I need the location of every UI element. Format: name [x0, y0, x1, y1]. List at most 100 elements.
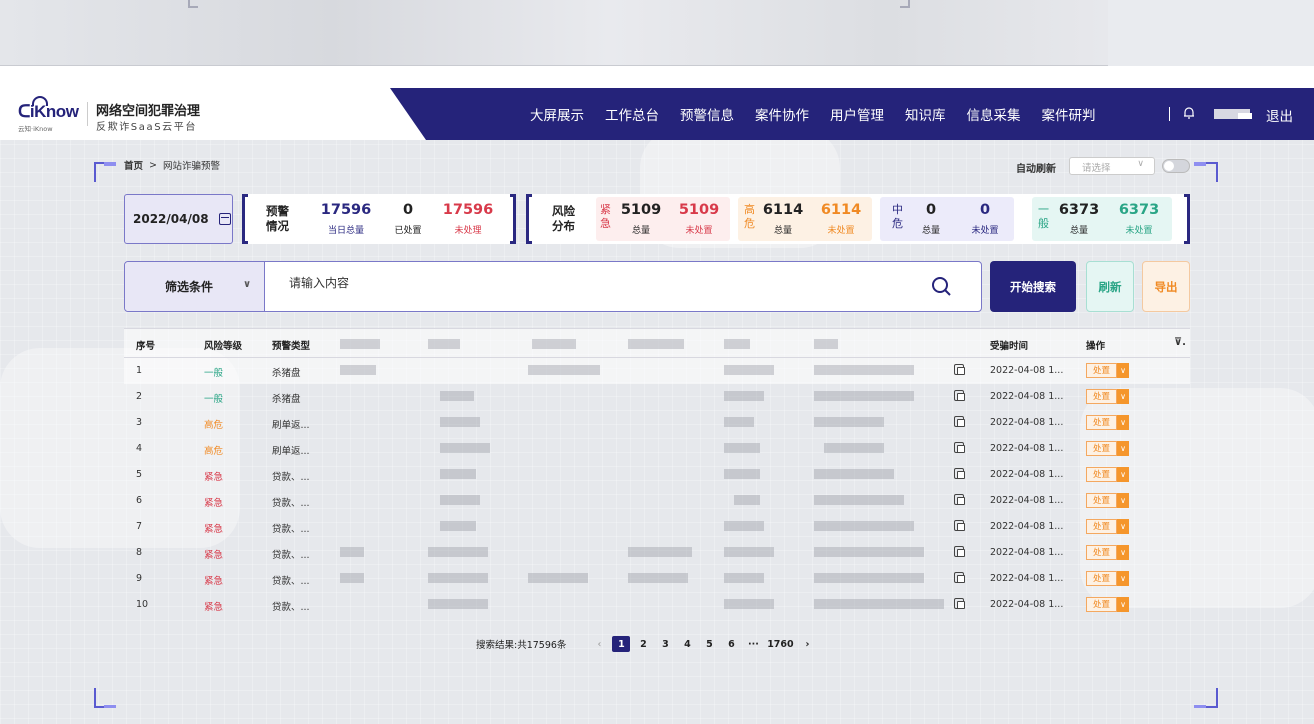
handle-button[interactable]: 处置 ∨ — [1086, 545, 1130, 560]
table-row[interactable]: 9 紧急 贷款、... 2022-04-08 1... 处置 ∨ — [124, 566, 1190, 592]
page-button[interactable]: 2 — [634, 636, 652, 652]
filter-dropdown[interactable]: 筛选条件 ∨ — [125, 262, 265, 311]
blurred-cell — [814, 547, 924, 557]
refresh-button[interactable]: 刷新 — [1086, 261, 1134, 312]
cell-time: 2022-04-08 1... — [990, 391, 1064, 402]
blurred-cell — [628, 547, 692, 557]
handle-button[interactable]: 处置 ∨ — [1086, 441, 1130, 456]
page-button[interactable]: 4 — [678, 636, 696, 652]
previous-view-strip — [0, 0, 1108, 66]
table-row[interactable]: 3 高危 刷单返... 2022-04-08 1... 处置 ∨ — [124, 410, 1190, 436]
blurred-cell — [724, 521, 764, 531]
copy-icon[interactable] — [954, 598, 965, 609]
risk-high-total-label: 总量 — [773, 226, 792, 236]
risk-medium-pending: 0 — [979, 202, 991, 218]
prev-page-button[interactable]: ‹ — [590, 636, 608, 652]
copy-icon[interactable] — [954, 494, 965, 505]
page-button[interactable]: 1760 — [766, 636, 794, 652]
top-header: ᑕiKnow 云知·iKnow 网络空间犯罪治理 反欺诈SaaS云平台 大屏展示… — [0, 88, 1314, 140]
copy-icon[interactable] — [954, 390, 965, 401]
search-icon[interactable] — [931, 276, 951, 296]
page-button[interactable]: 3 — [656, 636, 674, 652]
bracket-decoration — [242, 194, 248, 244]
copy-icon[interactable] — [954, 572, 965, 583]
copy-icon[interactable] — [954, 416, 965, 427]
handle-button[interactable]: 处置 ∨ — [1086, 467, 1130, 482]
date-picker[interactable]: 2022/04/08 — [124, 194, 233, 244]
table-row[interactable]: 2 一般 杀猪盘 2022-04-08 1... 处置 ∨ — [124, 384, 1190, 410]
copy-icon[interactable] — [954, 520, 965, 531]
logout-button[interactable]: 退出 — [1266, 105, 1293, 125]
chevron-down-icon: ∨ — [1117, 571, 1130, 586]
export-button[interactable]: 导出 — [1142, 261, 1190, 312]
blurred-cell — [814, 573, 924, 583]
page-button[interactable]: 6 — [722, 636, 740, 652]
risk-medium-pending-label: 未处置 — [971, 226, 999, 236]
cell-risk: 紧急 — [204, 524, 224, 535]
select-placeholder: 请选择 — [1082, 163, 1111, 174]
copy-icon[interactable] — [954, 546, 965, 557]
page-button[interactable]: 5 — [700, 636, 718, 652]
table-row[interactable]: 10 紧急 贷款、... 2022-04-08 1... 处置 ∨ — [124, 592, 1190, 618]
start-search-button[interactable]: 开始搜索 — [990, 261, 1076, 312]
handle-label: 处置 — [1086, 493, 1118, 508]
nav-item-workbench[interactable]: 工作总台 — [605, 104, 659, 124]
cell-index: 2 — [136, 391, 143, 402]
nav-item-warnings[interactable]: 预警信息 — [680, 104, 734, 124]
nav-item-dashboard[interactable]: 大屏展示 — [530, 104, 584, 124]
handle-button[interactable]: 处置 ∨ — [1086, 493, 1130, 508]
search-input[interactable] — [289, 276, 889, 290]
copy-icon[interactable] — [954, 468, 965, 479]
handle-button[interactable]: 处置 ∨ — [1086, 363, 1130, 378]
copy-icon[interactable] — [954, 442, 965, 453]
table-row[interactable]: 6 紧急 贷款、... 2022-04-08 1... 处置 ∨ — [124, 488, 1190, 514]
risk-general-pending: 6373 — [1118, 202, 1160, 218]
page-button[interactable]: 1 — [612, 636, 631, 652]
cell-time: 2022-04-08 1... — [990, 573, 1064, 584]
table-row[interactable]: 1 一般 杀猪盘 2022-04-08 1... 处置 ∨ — [124, 358, 1190, 384]
blurred-cell — [528, 573, 588, 583]
nav-item-users[interactable]: 用户管理 — [830, 104, 884, 124]
next-page-button[interactable]: › — [798, 636, 816, 652]
handle-button[interactable]: 处置 ∨ — [1086, 389, 1130, 404]
breadcrumb-home[interactable]: 首页 — [124, 158, 143, 172]
chevron-down-icon: ∨ — [1137, 159, 1144, 169]
nav-item-collaboration[interactable]: 案件协作 — [755, 104, 809, 124]
risk-urgent-pill[interactable]: 紧急 5109 总量 5109 未处置 — [596, 197, 730, 241]
search-bar: 筛选条件 ∨ — [124, 261, 982, 312]
risk-medium-pill[interactable]: 中危 0 总量 0 未处置 — [880, 197, 1014, 241]
table-row[interactable]: 8 紧急 贷款、... 2022-04-08 1... 处置 ∨ — [124, 540, 1190, 566]
chevron-down-icon: ∨ — [1117, 389, 1130, 404]
cell-risk: 紧急 — [204, 498, 224, 509]
handle-button[interactable]: 处置 ∨ — [1086, 597, 1130, 612]
page-ellipsis[interactable]: ··· — [744, 636, 762, 652]
table-row[interactable]: 4 高危 刷单返... 2022-04-08 1... 处置 ∨ — [124, 436, 1190, 462]
auto-refresh-toggle[interactable] — [1162, 159, 1190, 173]
risk-general-pill[interactable]: 一般 6373 总量 6373 未处置 — [1032, 197, 1172, 241]
nav-item-analysis[interactable]: 案件研判 — [1042, 104, 1096, 124]
risk-urgent-pending-label: 未处置 — [685, 226, 713, 236]
chevron-down-icon: ∨ — [1117, 415, 1130, 430]
blurred-cell — [428, 599, 488, 609]
table-row[interactable]: 5 紧急 贷款、... 2022-04-08 1... 处置 ∨ — [124, 462, 1190, 488]
handle-label: 处置 — [1086, 415, 1118, 430]
cell-type: 贷款、... — [272, 550, 310, 561]
column-filter-icon[interactable]: ⊽. — [1174, 337, 1186, 348]
brand-logo[interactable]: ᑕiKnow 云知·iKnow — [18, 96, 80, 133]
chevron-down-icon: ∨ — [1117, 545, 1130, 560]
nav-item-knowledge[interactable]: 知识库 — [905, 104, 946, 124]
risk-high-tag: 高危 — [744, 203, 755, 230]
risk-high-pill[interactable]: 高危 6114 总量 6114 未处置 — [738, 197, 872, 241]
handle-label: 处置 — [1086, 571, 1118, 586]
handle-button[interactable]: 处置 ∨ — [1086, 415, 1130, 430]
risk-distribution-card: 风险 分布 紧急 5109 总量 5109 未处置 高危 6114 总量 6114… — [526, 194, 1190, 244]
cell-index: 6 — [136, 495, 143, 506]
copy-icon[interactable] — [954, 364, 965, 375]
nav-item-collection[interactable]: 信息采集 — [967, 104, 1021, 124]
risk-label: 风险 分布 — [552, 204, 575, 233]
bell-icon[interactable] — [1183, 106, 1195, 120]
table-row[interactable]: 7 紧急 贷款、... 2022-04-08 1... 处置 ∨ — [124, 514, 1190, 540]
refresh-interval-select[interactable]: 请选择 ∨ — [1069, 157, 1155, 175]
handle-button[interactable]: 处置 ∨ — [1086, 571, 1130, 586]
handle-button[interactable]: 处置 ∨ — [1086, 519, 1130, 534]
